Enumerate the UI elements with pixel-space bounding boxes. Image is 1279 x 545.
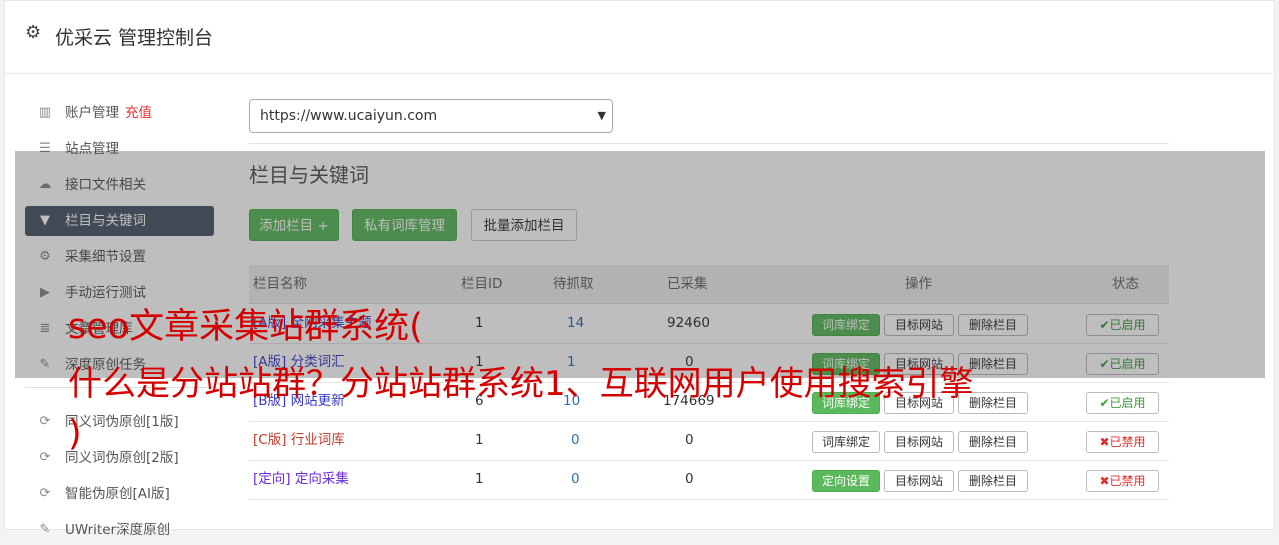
table-row: [C版] 行业词库 1 0 0 词库绑定 目标网站 删除栏目 ✖已禁用 <box>249 421 1169 461</box>
column-name: 定向采集 <box>294 471 349 487</box>
directed-settings-button[interactable]: 定向设置 <box>812 470 880 492</box>
edit-icon: ✎ <box>39 522 51 537</box>
delete-column-button[interactable]: 删除栏目 <box>958 470 1028 492</box>
pending-count[interactable]: 0 <box>571 460 580 499</box>
collected-count: 0 <box>685 432 694 448</box>
target-site-button[interactable]: 目标网站 <box>884 470 954 492</box>
refresh-icon: ⟳ <box>39 414 51 429</box>
sidebar-item-ai[interactable]: ⟳ 智能伪原创[AI版] <box>25 479 214 509</box>
sidebar-item-label: 智能伪原创[AI版] <box>65 486 170 502</box>
column-id: 1 <box>475 432 484 448</box>
divider <box>249 143 1169 144</box>
target-site-button[interactable]: 目标网站 <box>884 431 954 453</box>
sidebar-item-synonym-v2[interactable]: ⟳ 同义词伪原创[2版] <box>25 443 214 473</box>
column-name: 行业词库 <box>290 432 345 448</box>
pending-count[interactable]: 0 <box>571 421 580 460</box>
sidebar-item-label: 同义词伪原创[2版] <box>65 450 179 466</box>
table-row: [定向] 定向采集 1 0 0 定向设置 目标网站 删除栏目 ✖已禁用 <box>249 460 1169 500</box>
caption-line-2: 什么是分站站群？分站站群系统1、互联网用户使用搜索引擎 <box>68 364 974 404</box>
site-select-value: https://www.ucaiyun.com <box>260 108 438 124</box>
sidebar-item-account[interactable]: ▥ 账户管理 充值 <box>25 98 214 128</box>
refresh-icon: ⟳ <box>39 450 51 465</box>
recharge-link[interactable]: 充值 <box>125 105 152 121</box>
sidebar-item-label: 账户管理 <box>65 105 119 121</box>
header: ⚙ 优采云 管理控制台 <box>5 1 1274 74</box>
status-toggle[interactable]: ✖已禁用 <box>1086 431 1159 453</box>
sidebar-item-label: UWriter深度原创 <box>65 522 171 538</box>
column-tag: [C版] <box>253 432 287 448</box>
collected-count: 0 <box>685 471 694 487</box>
caption-line-3: ) <box>68 414 82 454</box>
site-select[interactable]: https://www.ucaiyun.com ▼ <box>249 99 613 133</box>
status-toggle[interactable]: ✖已禁用 <box>1086 470 1159 492</box>
sidebar-item-synonym-v1[interactable]: ⟳ 同义词伪原创[1版] <box>25 407 214 437</box>
column-id: 1 <box>475 471 484 487</box>
bar-chart-icon: ▥ <box>38 105 52 120</box>
sidebar-item-uwriter[interactable]: ✎ UWriter深度原创 <box>25 515 214 545</box>
gear-icon: ⚙ <box>25 22 42 43</box>
column-name-link[interactable]: [C版] 行业词库 <box>253 421 345 460</box>
bind-lexicon-button[interactable]: 词库绑定 <box>812 431 880 453</box>
column-name-link[interactable]: [定向] 定向采集 <box>253 460 349 499</box>
sidebar-item-label: 同义词伪原创[1版] <box>65 414 179 430</box>
refresh-icon: ⟳ <box>39 486 51 501</box>
caption-line-1: seo文章采集站群系统( <box>68 307 423 347</box>
column-tag: [定向] <box>253 471 291 487</box>
status-toggle[interactable]: ✔已启用 <box>1086 392 1159 414</box>
delete-column-button[interactable]: 删除栏目 <box>958 431 1028 453</box>
page-title: 优采云 管理控制台 <box>55 27 214 49</box>
chevron-down-icon: ▼ <box>597 109 606 122</box>
